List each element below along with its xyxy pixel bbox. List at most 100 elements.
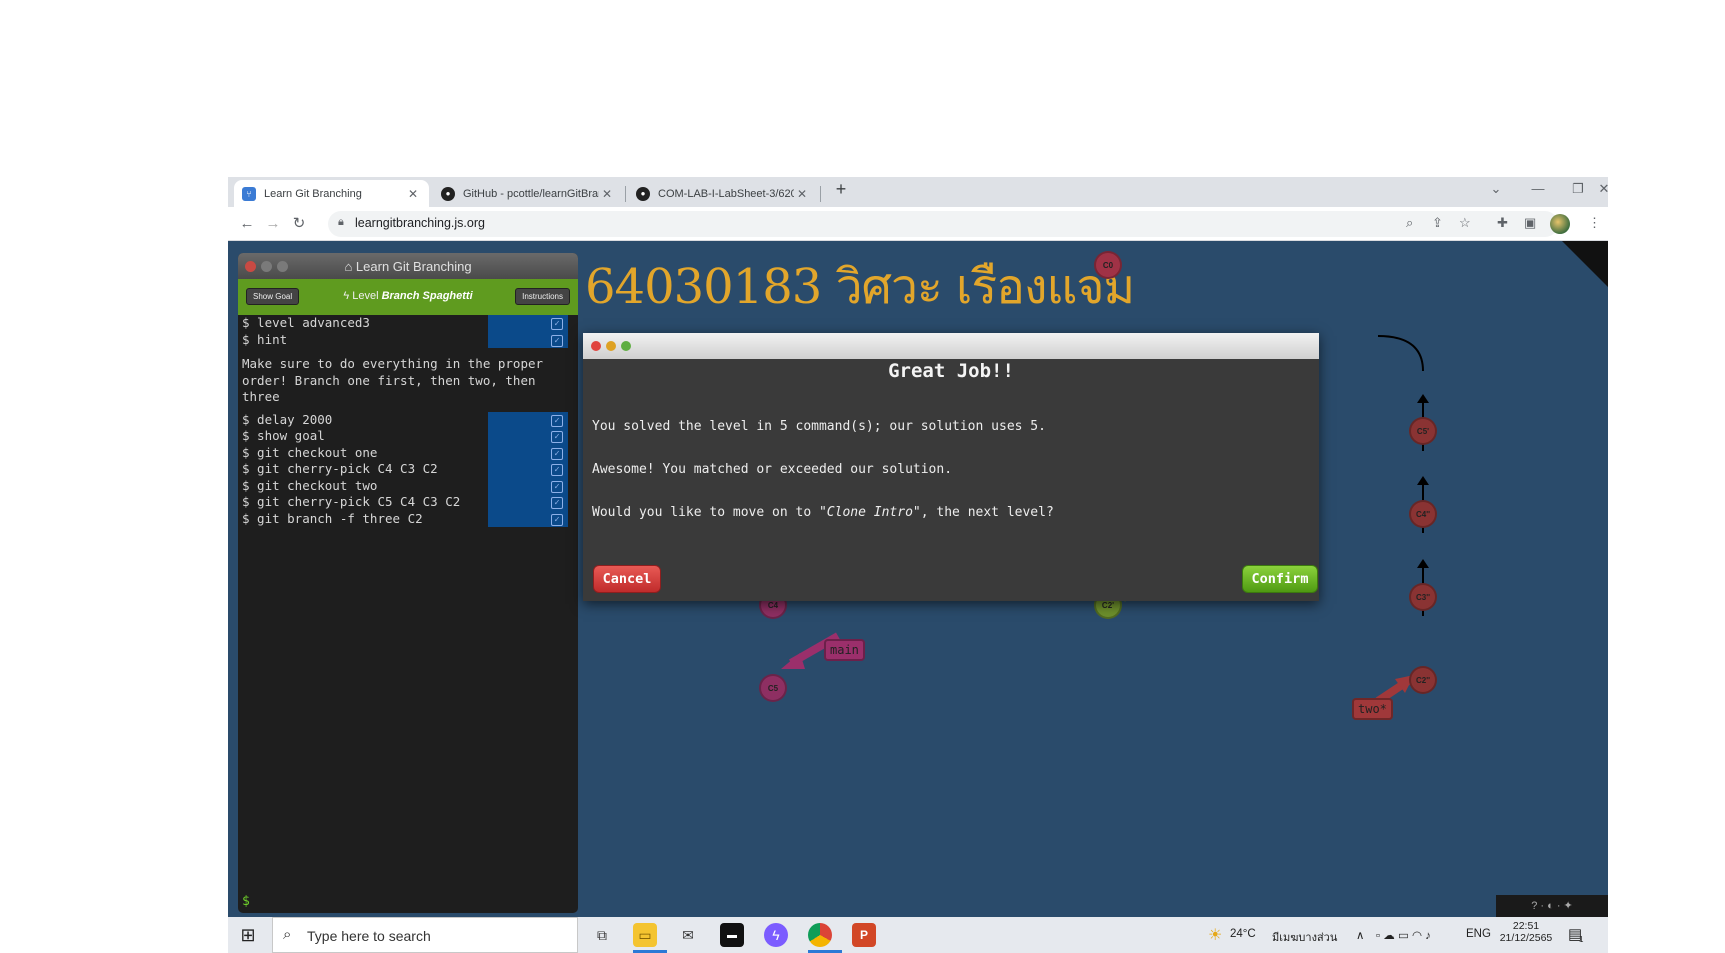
task-view-icon[interactable]: ⧉ [590,923,614,947]
command-line: ✓ $ git cherry-pick C5 C4 C3 C2 [238,494,578,511]
level-bar: Show Goal ϟ Level Branch Spaghetti Instr… [238,279,578,315]
extensions-icon[interactable]: ✚ [1497,215,1508,231]
check-icon: ✓ [551,334,563,347]
maximize-dot-icon[interactable] [621,341,631,351]
notification-count: 1 [1579,935,1584,944]
tab-search-chevron-icon[interactable]: ⌄ [1476,181,1516,197]
check-icon: ✓ [551,513,563,526]
messenger-icon[interactable]: ϟ [764,923,788,947]
weather-temp[interactable]: 24°C [1230,928,1256,940]
home-icon: ⌂ [344,259,356,274]
cancel-button[interactable]: Cancel [593,565,661,593]
edge-arrow [1417,559,1429,568]
side-panel-icon[interactable]: ▣ [1524,215,1536,231]
next-level-name: "Clone Intro" [818,505,921,520]
close-dot-icon[interactable] [591,341,601,351]
command-line: ✓ $ show goal [238,428,578,445]
tray-icons[interactable]: ▫ ☁ ▭ ◠ ♪ [1376,928,1431,942]
dialog-titlebar [583,333,1319,359]
commit-c2-double-prime[interactable]: C2'' [1409,666,1437,694]
forward-icon[interactable]: → [262,213,284,235]
windows-start-icon[interactable]: ⊞ [236,923,260,947]
dialog-awesome-text: Awesome! You matched or exceeded our sol… [592,462,953,477]
address-bar-row: ← → ↻ 🔒︎ learngitbranching.js.org ⌕ ⇪ ☆ … [228,207,1608,241]
close-tab-icon[interactable]: ✕ [794,187,810,201]
file-explorer-icon[interactable]: ▭ [633,923,657,947]
close-tab-icon[interactable]: ✕ [405,187,421,201]
close-window-button[interactable]: ✕ [1598,181,1610,197]
commit-c0[interactable]: C0 [1094,251,1122,279]
branch-two-label[interactable]: two* [1352,698,1393,720]
url-text[interactable]: learngitbranching.js.org [355,216,485,230]
chrome-icon[interactable] [808,923,832,947]
language-indicator[interactable]: ENG [1466,928,1491,940]
menu-dots-icon[interactable]: ⋮ [1588,215,1601,231]
restore-button[interactable]: ❐ [1558,181,1598,197]
git-branch-icon: ⑂ [242,186,256,201]
check-icon: ✓ [551,464,563,476]
learngitbranching-canvas: 64030183 วิศวะ เรืองแจ่ม C0 C4 C5 C2' C5… [228,241,1608,917]
edge-arrow [1417,476,1429,485]
mail-icon[interactable]: ✉ [676,923,700,947]
share-icon[interactable]: ⇪ [1432,215,1443,231]
tray-chevron-icon[interactable]: ∧ [1356,928,1364,942]
check-icon: ✓ [551,318,563,330]
command-line: ✓ $ delay 2000 [238,411,578,428]
lightning-icon: ϟ [343,290,353,302]
avatar[interactable] [1550,214,1570,234]
dialog-result-text: You solved the level in 5 command(s); ou… [592,419,1046,434]
commit-c3-double-prime[interactable]: C3'' [1409,583,1437,611]
terminal-prompt-input[interactable]: $ [242,894,250,909]
search-icon: ⌕ [283,926,292,943]
check-icon: ✓ [551,431,563,443]
command-line: ✓ $ git branch -f three C2 [238,510,578,527]
terminal-header: ⌂ Learn Git Branching [238,253,578,279]
level-complete-dialog: Great Job!! You solved the level in 5 co… [583,333,1319,601]
omnibox[interactable]: 🔒︎ learngitbranching.js.org ⌕ ⇪ ☆ [328,211,1558,237]
check-icon: ✓ [551,447,563,460]
weather-desc[interactable]: มีเมฆบางส่วน [1272,928,1337,946]
branch-main-label[interactable]: main [824,639,865,661]
instructions-button[interactable]: Instructions [515,288,570,305]
edge-arrow [1417,394,1429,403]
github-corner-ribbon[interactable] [1562,241,1608,287]
tab-learn-git-branching[interactable]: ⑂ Learn Git Branching ✕ [234,180,429,207]
powerpoint-icon[interactable]: P [852,923,876,947]
bookmark-star-icon[interactable]: ☆ [1459,215,1471,231]
hint-text: Make sure to do everything in the proper… [242,356,544,404]
taskbar-search-box[interactable]: ⌕ Type here to search [272,917,578,953]
clock[interactable]: 22:51 21/12/2565 [1498,920,1554,944]
commit-c5-prime[interactable]: C5' [1409,417,1437,445]
terminal-app-icon[interactable]: ▬ [720,923,744,947]
tab-bar: ⑂ Learn Git Branching ✕ ● GitHub - pcott… [228,177,1610,207]
check-icon: ✓ [551,497,563,509]
terminal-panel: ⌂ Learn Git Branching Show Goal ϟ Level … [238,253,578,913]
windows-taskbar: ⊞ ⌕ Type here to search ⧉ ▭ ✉ ▬ ϟ P ☀ 24… [228,917,1608,953]
tab-github-learngitbranching[interactable]: ● GitHub - pcottle/learnGitBranchin ✕ [433,180,623,207]
terminal-history: ✓ $ level advanced3 ✓ $ hint Make sure to … [238,315,578,527]
commit-c5[interactable]: C5 [759,674,787,702]
back-icon[interactable]: ← [236,213,258,235]
close-tab-icon[interactable]: ✕ [599,187,615,201]
commit-c4-double-prime[interactable]: C4'' [1409,500,1437,528]
tab-github-labsheet[interactable]: ● COM-LAB-I-LabSheet-3/6203007 ✕ [628,180,818,207]
dialog-heading: Great Job!! [888,360,1014,382]
tab-separator [625,186,626,202]
weather-icon[interactable]: ☀ [1208,925,1222,945]
reload-icon[interactable]: ↻ [288,213,310,235]
confirm-button[interactable]: Confirm [1242,565,1318,593]
page-title-overlay: 64030183 วิศวะ เรืองแจ่ม [585,259,1135,315]
new-tab-button[interactable]: + [821,179,861,200]
minimize-button[interactable]: — [1518,181,1558,196]
github-icon: ● [636,186,650,201]
command-line: ✓ $ git checkout one [238,444,578,461]
browser-window: ⑂ Learn Git Branching ✕ ● GitHub - pcott… [228,177,1610,953]
search-icon[interactable]: ⌕ [1406,215,1413,231]
lock-icon: 🔒︎ [338,216,344,228]
github-icon: ● [441,186,455,201]
command-line: ✓ $ git cherry-pick C4 C3 C2 [238,461,578,478]
minimize-dot-icon[interactable] [606,341,616,351]
help-social-toolbar[interactable]: ? · ◐ · ✦ [1496,895,1608,917]
command-line: ✓ $ level advanced3 [238,315,578,332]
dialog-next-level-text: Would you like to move on to "Clone Intr… [592,505,1054,520]
